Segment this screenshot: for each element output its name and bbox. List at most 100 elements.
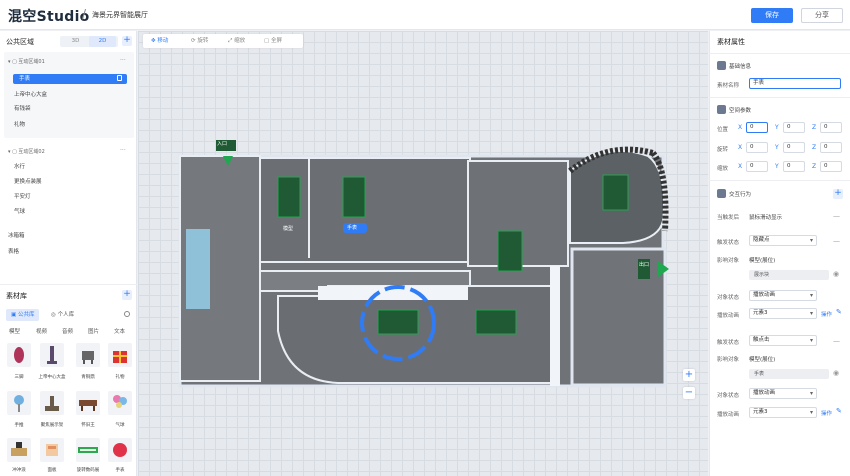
target-object[interactable]: 模型(展位): [749, 355, 775, 363]
more-icon[interactable]: ···: [120, 147, 126, 154]
tree-item[interactable]: 有钱袋: [14, 104, 124, 114]
add-interaction-button[interactable]: +: [833, 189, 843, 199]
app-logo: 混空Studio: [8, 9, 90, 25]
add-area-button[interactable]: +: [122, 36, 132, 46]
more-icon[interactable]: ···: [120, 57, 126, 64]
tree-item[interactable]: 手表: [13, 74, 127, 84]
tree-item[interactable]: 水行: [14, 162, 124, 172]
axis-x-label: X: [738, 124, 743, 131]
row-label: 播放动画: [717, 412, 740, 418]
position-x-input[interactable]: 0: [746, 122, 768, 133]
trigger-state-select[interactable]: 触点击: [749, 335, 817, 346]
divider: [709, 97, 850, 98]
material-tile[interactable]: [40, 438, 64, 462]
material-tile[interactable]: [40, 343, 64, 367]
tile-label: 手表: [115, 468, 125, 473]
object-state-select[interactable]: 播放动画: [749, 290, 817, 301]
category-tab[interactable]: 音频: [62, 327, 73, 335]
project-title[interactable]: 海景元界智能展厅: [92, 10, 148, 20]
target-chip[interactable]: 手表: [749, 369, 829, 379]
search-icon[interactable]: [124, 311, 130, 317]
action-link[interactable]: 操作: [821, 409, 832, 417]
material-tile[interactable]: [108, 343, 132, 367]
floor-plan[interactable]: [138, 31, 708, 476]
divider: [709, 53, 850, 54]
rotation-y-input[interactable]: 0: [783, 142, 805, 153]
display-panel: [602, 174, 629, 211]
edit-icon[interactable]: ✎: [836, 407, 842, 415]
remove-icon[interactable]: —: [833, 237, 840, 245]
row-label: 触发状态: [717, 240, 740, 246]
trash-icon[interactable]: [117, 75, 122, 81]
material-tile[interactable]: [7, 438, 31, 462]
tile-label: 青铜鼎: [81, 375, 95, 380]
action-link[interactable]: 操作: [821, 310, 832, 318]
category-tab[interactable]: 图片: [88, 327, 99, 335]
library-tabs: ▣ 公共库 ◎ 个人库: [6, 309, 132, 322]
position-z-input[interactable]: 0: [820, 122, 842, 133]
tree-item[interactable]: 更换点装展: [14, 177, 124, 187]
animation-select[interactable]: 元素3: [749, 308, 817, 319]
tile-label: 怀旧王: [81, 423, 95, 428]
material-tile[interactable]: [76, 343, 100, 367]
category-tab[interactable]: 模型: [9, 327, 20, 335]
tree-item[interactable]: 冰箱箱: [8, 231, 118, 241]
zoom-in-button[interactable]: +: [683, 369, 695, 381]
basic-section: 基础信息: [729, 64, 752, 70]
group-1-header[interactable]: ▾ ▢ 互动区域01: [8, 58, 45, 65]
zoom-out-button[interactable]: −: [683, 387, 695, 399]
tile-label: 上帝中心大盒: [38, 375, 66, 380]
view-2d-tab[interactable]: 2D: [89, 36, 116, 47]
target-chip[interactable]: 展示块: [749, 270, 829, 280]
material-tile[interactable]: [76, 438, 100, 462]
group-2-header[interactable]: ▾ ▢ 互动区域02: [8, 148, 45, 155]
animation-select[interactable]: 元素3: [749, 407, 817, 418]
axis-y-label: Y: [775, 144, 779, 151]
breadcrumb-separator: /: [82, 7, 87, 21]
row-label: 影响对象: [717, 258, 740, 264]
edit-icon[interactable]: ✎: [836, 308, 842, 316]
trigger-value[interactable]: 鼠标滑动显示: [749, 213, 782, 221]
material-tile[interactable]: [108, 438, 132, 462]
personal-library-tab[interactable]: ◎ 个人库: [46, 309, 79, 321]
eye-icon[interactable]: ◉: [833, 369, 839, 377]
tree-item[interactable]: 平安灯: [14, 192, 124, 202]
name-input[interactable]: 手表: [749, 78, 841, 89]
category-tab[interactable]: 视频: [36, 327, 47, 335]
interaction-icon: [717, 189, 726, 198]
tree-item[interactable]: 表格: [8, 247, 118, 257]
object-state-select[interactable]: 播放动画: [749, 388, 817, 399]
eye-icon[interactable]: ◉: [833, 270, 839, 278]
scale-x-input[interactable]: 0: [746, 161, 768, 172]
material-tile[interactable]: [7, 391, 31, 415]
view-3d-tab[interactable]: 3D: [62, 36, 89, 47]
divider: [709, 180, 850, 181]
view-switch[interactable]: 3D 2D: [60, 36, 118, 47]
add-material-button[interactable]: +: [122, 290, 132, 300]
rotation-label: 旋转: [717, 147, 729, 153]
scale-label: 缩放: [717, 166, 729, 172]
material-tile[interactable]: [40, 391, 64, 415]
tree-item[interactable]: 上帝中心大盒: [14, 90, 124, 100]
trigger-state-select[interactable]: 隐藏点: [749, 235, 817, 246]
scale-y-input[interactable]: 0: [783, 161, 805, 172]
material-tile[interactable]: [76, 391, 100, 415]
position-y-input[interactable]: 0: [783, 122, 805, 133]
share-button[interactable]: 分享: [801, 8, 843, 23]
rotation-z-input[interactable]: 0: [820, 142, 842, 153]
scale-z-input[interactable]: 0: [820, 161, 842, 172]
rotation-x-input[interactable]: 0: [746, 142, 768, 153]
remove-icon[interactable]: —: [833, 337, 840, 345]
target-object[interactable]: 模型(展位): [749, 256, 775, 264]
tree-item[interactable]: 礼物: [14, 120, 124, 130]
remove-icon[interactable]: —: [833, 212, 840, 220]
tree-item[interactable]: 气球: [14, 207, 124, 217]
save-button[interactable]: 保存: [751, 8, 793, 23]
material-tile[interactable]: [108, 391, 132, 415]
trigger-label: 当触发后: [717, 215, 740, 221]
space-icon: [717, 105, 726, 114]
properties-title: 素材属性: [717, 38, 745, 46]
public-library-tab[interactable]: ▣ 公共库: [6, 309, 40, 321]
category-tab[interactable]: 文本: [114, 327, 125, 335]
material-tile[interactable]: [7, 343, 31, 367]
